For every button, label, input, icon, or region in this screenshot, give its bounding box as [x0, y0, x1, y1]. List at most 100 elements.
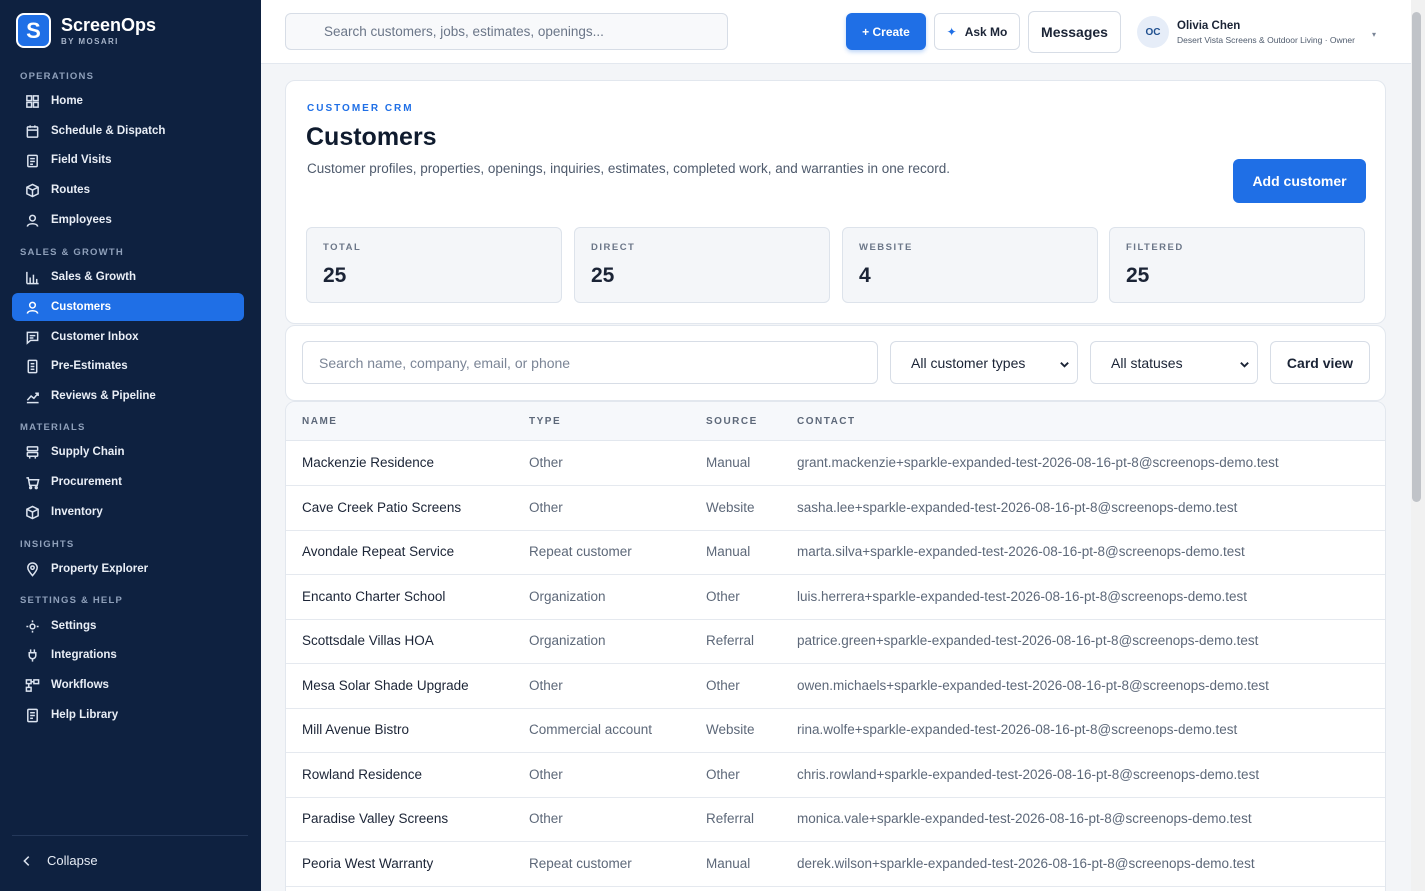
brand-logo: S	[16, 13, 51, 48]
sidebar-item-reviews-pipeline[interactable]: Reviews & Pipeline	[12, 382, 244, 410]
user-org: Desert Vista Screens & Outdoor Living · …	[1177, 34, 1355, 45]
cell-contact: grant.mackenzie+sparkle-expanded-test-20…	[797, 455, 1279, 470]
cell-name: Scottsdale Villas HOA	[302, 633, 434, 648]
brand[interactable]: S ScreenOps BY MOSARI	[16, 13, 156, 48]
column-header-name[interactable]: NAME	[302, 416, 337, 427]
sidebar-item-schedule[interactable]: Schedule & Dispatch	[12, 117, 244, 145]
cell-contact: patrice.green+sparkle-expanded-test-2026…	[797, 633, 1259, 648]
sidebar-item-routes[interactable]: Routes	[12, 176, 244, 204]
customer-search-input[interactable]: Search name, company, email, or phone	[302, 341, 878, 384]
sidebar-item-procurement[interactable]: Procurement	[12, 468, 244, 496]
stat-value: 25	[591, 264, 615, 287]
sidebar: S ScreenOps BY MOSARI OPERATIONS Home Sc…	[0, 0, 261, 891]
page-description: Customer profiles, properties, openings,…	[307, 161, 951, 176]
sidebar-item-label: Home	[51, 95, 83, 107]
chevron-down-icon: ▾	[1372, 30, 1377, 39]
cell-type: Repeat customer	[529, 544, 632, 559]
global-search-input[interactable]: Search customers, jobs, estimates, openi…	[285, 13, 728, 50]
sidebar-item-employees[interactable]: Employees	[12, 206, 244, 234]
cell-type: Other	[529, 455, 563, 470]
cell-contact: derek.wilson+sparkle-expanded-test-2026-…	[797, 855, 1255, 871]
nav-section-settings: SETTINGS & HELP	[20, 595, 123, 606]
table-row[interactable]: Avondale Repeat Service Repeat customer Ma…	[286, 530, 1385, 575]
cell-contact: marta.silva+sparkle-expanded-test-2026-0…	[797, 544, 1245, 559]
cell-contact: monica.vale+sparkle-expanded-test-2026-0…	[797, 811, 1252, 826]
cell-source: Manual	[706, 544, 751, 559]
sidebar-item-pre-estimates[interactable]: Pre-Estimates	[12, 352, 244, 380]
cell-type: Organization	[529, 633, 606, 648]
sidebar-item-label: Procurement	[51, 476, 122, 488]
table-row[interactable]: Mackenzie Residence Other Manual grant.mack…	[286, 441, 1385, 486]
chevron-down-icon	[1059, 357, 1069, 368]
sidebar-item-help-library[interactable]: Help Library	[12, 701, 244, 729]
chevron-down-icon	[1239, 357, 1249, 368]
sidebar-item-home[interactable]: Home	[12, 87, 244, 115]
cell-type: Repeat customer	[529, 855, 632, 871]
column-header-contact[interactable]: CONTACT	[797, 416, 856, 427]
calendar-icon	[24, 123, 40, 139]
sidebar-item-property-explorer[interactable]: Property Explorer	[12, 555, 244, 583]
cell-source: Manual	[706, 455, 751, 470]
table-row[interactable]: Mesa Solar Shade Upgrade Other Other owen.m…	[286, 664, 1385, 709]
sidebar-item-supply-chain[interactable]: Supply Chain	[12, 438, 244, 466]
sidebar-item-integrations[interactable]: Integrations	[12, 641, 244, 669]
sidebar-item-label: Workflows	[51, 679, 109, 691]
scrollbar-thumb[interactable]	[1412, 12, 1421, 502]
cell-contact: luis.herrera+sparkle-expanded-test-2026-…	[797, 588, 1248, 604]
page-eyebrow: CUSTOMER CRM	[307, 103, 414, 114]
cell-name: Mackenzie Residence	[302, 455, 435, 470]
customer-type-select[interactable]: All customer types	[890, 341, 1078, 384]
cell-type: Other	[529, 677, 563, 693]
workflow-icon	[24, 677, 40, 693]
table-row[interactable]: Cave Creek Patio Screens Other Website sash…	[286, 486, 1385, 531]
cell-source: Other	[706, 588, 740, 604]
cell-name: Mesa Solar Shade Upgrade	[302, 677, 469, 693]
sidebar-item-customers[interactable]: Customers	[12, 293, 244, 321]
sidebar-item-label: Schedule & Dispatch	[51, 125, 166, 137]
cell-name: Encanto Charter School	[302, 588, 446, 604]
create-button[interactable]: + Create	[846, 13, 926, 50]
gear-icon	[24, 618, 40, 634]
cell-source: Referral	[706, 633, 755, 648]
bar-chart-icon	[24, 269, 40, 285]
collapse-button[interactable]: Collapse	[20, 853, 98, 868]
sidebar-item-settings[interactable]: Settings	[12, 612, 244, 640]
table-row[interactable]: Encanto Charter School Organization Other l…	[286, 575, 1385, 620]
status-select[interactable]: All statuses	[1090, 341, 1258, 384]
table-row[interactable]: Peoria West Warranty Repeat customer Manua…	[286, 842, 1385, 887]
table-row[interactable]: Paradise Valley Screens Other Referral moni…	[286, 797, 1385, 842]
card-view-button[interactable]: Card view	[1270, 341, 1370, 384]
stat-label: DIRECT	[591, 242, 636, 253]
customers-table: NAME TYPE SOURCE CONTACT Mackenzie Resid…	[285, 401, 1386, 891]
box-icon	[24, 504, 40, 520]
customer-type-value: All customer types	[911, 354, 1026, 371]
sidebar-item-workflows[interactable]: Workflows	[12, 671, 244, 699]
sidebar-item-label: Sales & Growth	[51, 271, 136, 283]
trend-icon	[24, 388, 40, 404]
table-row[interactable]: Rowland Residence Other Other chris.rowland…	[286, 753, 1385, 798]
sidebar-item-label: Customer Inbox	[51, 331, 139, 343]
sidebar-item-customer-inbox[interactable]: Customer Inbox	[12, 323, 244, 351]
cell-source: Referral	[706, 811, 755, 826]
cell-name: Paradise Valley Screens	[302, 811, 449, 826]
stat-label: FILTERED	[1126, 242, 1184, 253]
messages-button[interactable]: Messages	[1028, 11, 1121, 53]
table-row[interactable]: Mill Avenue Bistro Commercial account Webs…	[286, 708, 1385, 753]
ask-mo-button[interactable]: ✦ Ask Mo	[934, 13, 1020, 50]
user-menu[interactable]: OC Olivia Chen Desert Vista Screens & Ou…	[1137, 16, 1376, 48]
map-pin-icon	[24, 561, 40, 577]
sidebar-item-label: Reviews & Pipeline	[51, 390, 156, 402]
cell-type: Commercial account	[529, 722, 653, 737]
person-icon	[24, 212, 40, 228]
cell-contact: rina.wolfe+sparkle-expanded-test-2026-08…	[797, 722, 1238, 737]
chevron-left-icon	[23, 855, 30, 866]
table-row[interactable]: Scottsdale Villas HOA Organization Referra…	[286, 619, 1385, 664]
column-header-type[interactable]: TYPE	[529, 416, 561, 427]
sidebar-item-field-visits[interactable]: Field Visits	[12, 146, 244, 174]
sidebar-item-sales-growth[interactable]: Sales & Growth	[12, 263, 244, 291]
sidebar-item-label: Inventory	[51, 506, 103, 518]
sidebar-item-label: Routes	[51, 184, 90, 196]
column-header-source[interactable]: SOURCE	[706, 416, 758, 427]
sidebar-item-inventory[interactable]: Inventory	[12, 498, 244, 526]
add-customer-button[interactable]: Add customer	[1233, 159, 1366, 203]
